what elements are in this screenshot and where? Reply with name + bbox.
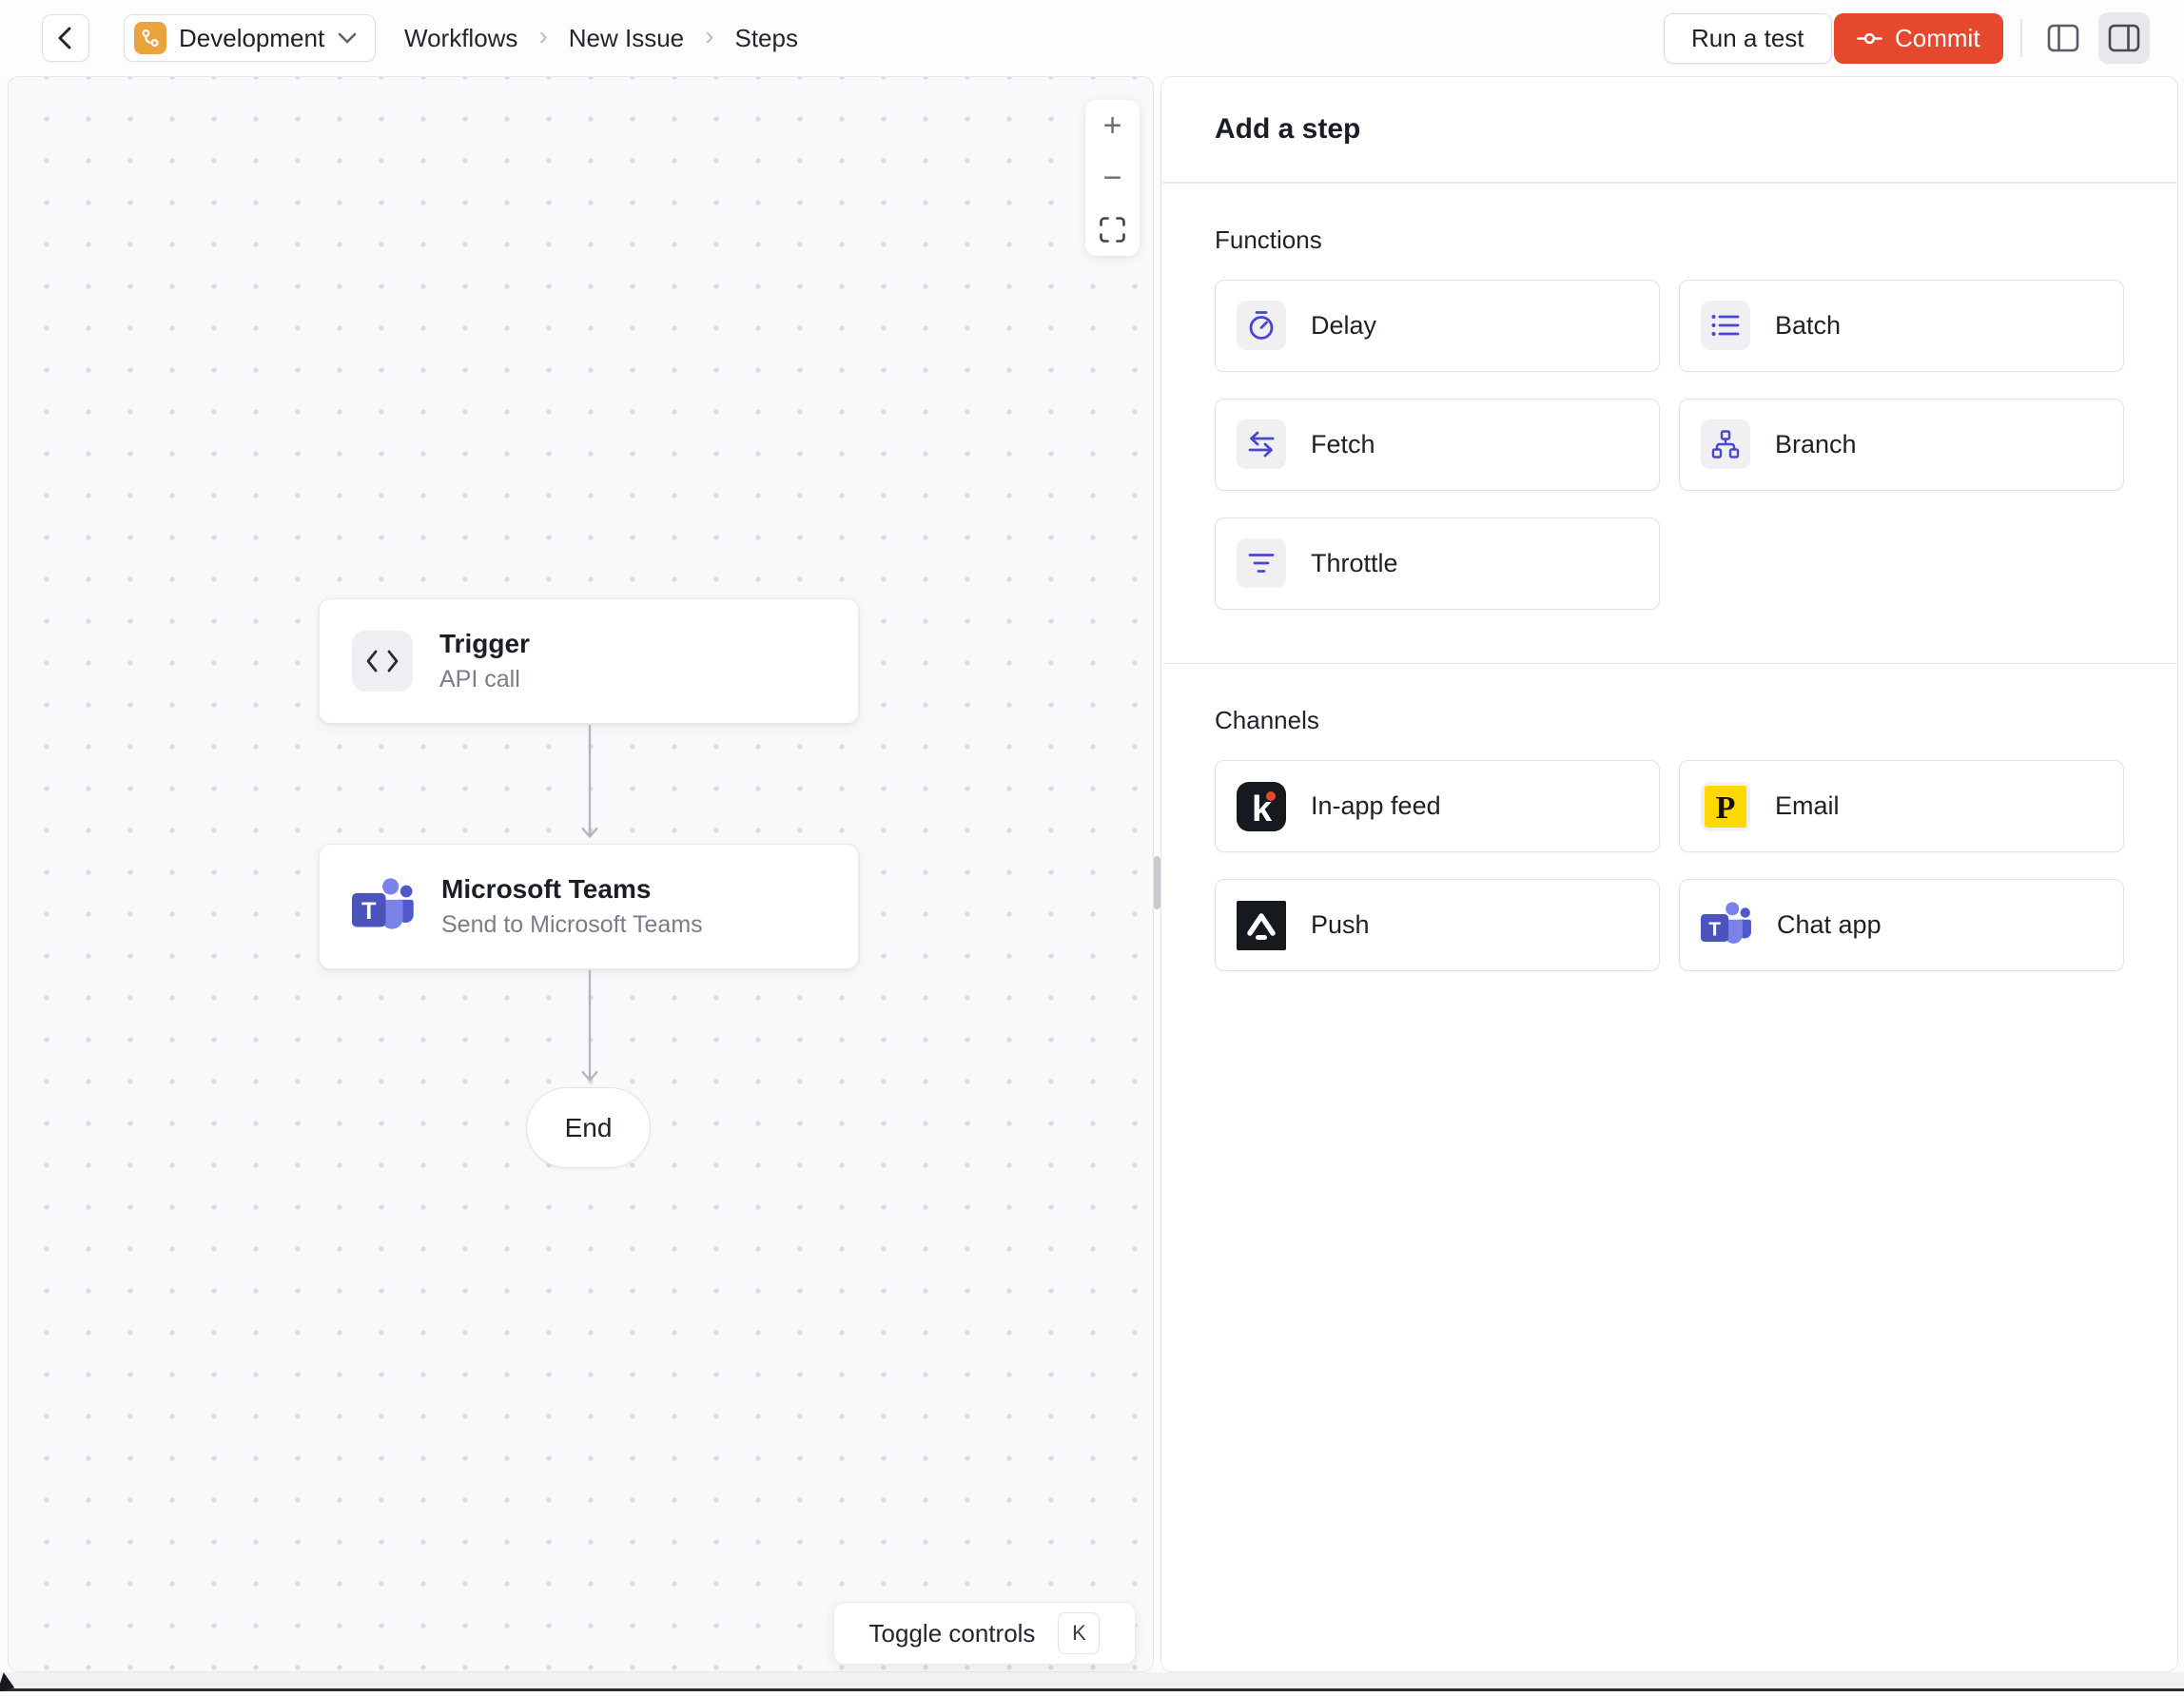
environment-label: Development — [179, 23, 325, 52]
breadcrumb-item-workflow-name[interactable]: New Issue — [569, 24, 684, 53]
back-button[interactable] — [42, 14, 89, 62]
chat-app-channel-card[interactable]: T Chat app — [1679, 879, 2124, 971]
funnel-icon — [1237, 538, 1286, 588]
breadcrumb-separator: › — [705, 21, 714, 50]
node-title: Microsoft Teams — [441, 874, 652, 904]
zoom-out-button[interactable]: − — [1085, 152, 1140, 205]
breadcrumb: Workflows › New Issue › Steps — [404, 0, 798, 76]
microsoft-teams-step-node[interactable]: T Microsoft Teams Send to Microsoft Team… — [319, 844, 859, 969]
throttle-step-card[interactable]: Throttle — [1215, 517, 1660, 610]
zoom-controls: + − — [1085, 100, 1140, 256]
breadcrumb-separator: › — [538, 21, 548, 50]
commit-label: Commit — [1895, 24, 1980, 52]
microsoft-teams-icon: T — [352, 877, 415, 936]
topbar-divider — [2020, 19, 2022, 57]
functions-grid: Delay Batch Fetch Branch Throttle — [1215, 279, 2124, 610]
card-label: Chat app — [1777, 910, 1882, 939]
list-icon — [1701, 301, 1750, 350]
svg-text:T: T — [361, 898, 377, 925]
channels-section-label: Channels — [1215, 706, 1319, 734]
breadcrumb-item-workflows[interactable]: Workflows — [404, 24, 517, 53]
mouse-cursor — [0, 1672, 19, 1697]
add-step-panel: Add a step Functions Delay Batch Fetch B… — [1160, 76, 2178, 1672]
batch-step-card[interactable]: Batch — [1679, 279, 2124, 372]
knock-icon: k — [1237, 781, 1286, 831]
card-label: Fetch — [1311, 429, 1375, 458]
swap-arrows-icon — [1237, 419, 1286, 469]
keyboard-shortcut-badge: K — [1058, 1612, 1101, 1654]
code-icon — [352, 631, 413, 692]
card-label: Branch — [1775, 429, 1857, 458]
topbar: Development Workflows › New Issue › Step… — [0, 0, 2184, 76]
card-label: Email — [1775, 791, 1840, 820]
breadcrumb-item-steps[interactable]: Steps — [734, 24, 798, 53]
card-label: Delay — [1311, 310, 1377, 340]
functions-section-label: Functions — [1215, 224, 1322, 254]
toggle-controls-button[interactable]: Toggle controls K — [833, 1602, 1136, 1665]
svg-text:T: T — [1708, 918, 1721, 940]
toggle-controls-label: Toggle controls — [868, 1618, 1036, 1648]
divider — [1161, 182, 2177, 184]
panel-right-icon — [2108, 24, 2140, 52]
toggle-right-panel-button[interactable] — [2098, 12, 2150, 64]
svg-text:P: P — [1716, 790, 1736, 826]
chevron-down-icon — [337, 31, 358, 45]
card-label: In-app feed — [1311, 791, 1441, 820]
postmark-icon: P — [1701, 781, 1750, 831]
panel-body: Functions Delay Batch Fetch Branch Throt… — [1161, 224, 2177, 971]
panel-left-icon — [2047, 24, 2079, 52]
hierarchy-icon — [1701, 419, 1750, 469]
divider — [1161, 662, 2177, 664]
channels-grid: k In-app feed P Email Push T Chat app — [1215, 760, 2124, 971]
toggle-left-panel-button[interactable] — [2038, 12, 2089, 64]
fit-view-icon — [1100, 217, 1125, 243]
workflow-branch-icon — [134, 22, 166, 54]
workflow-canvas[interactable]: + − Trigger API call T Microsoft Teams S… — [8, 76, 1154, 1672]
fetch-step-card[interactable]: Fetch — [1215, 398, 1660, 491]
in-app-feed-channel-card[interactable]: k In-app feed — [1215, 760, 1660, 852]
panel-header: Add a step — [1161, 77, 2177, 182]
push-channel-card[interactable]: Push — [1215, 879, 1660, 971]
connector-arrow — [577, 970, 602, 1087]
connector-arrow — [577, 725, 602, 844]
node-text: Microsoft Teams Send to Microsoft Teams — [441, 874, 703, 939]
chevron-left-icon — [54, 25, 77, 51]
fit-view-button[interactable] — [1085, 204, 1140, 256]
node-text: Trigger API call — [439, 629, 530, 693]
microsoft-teams-icon: T — [1701, 901, 1752, 949]
panel-title: Add a step — [1215, 113, 1361, 145]
expo-icon — [1237, 900, 1286, 950]
node-subtitle: API call — [439, 666, 520, 692]
card-label: Push — [1311, 910, 1370, 939]
stopwatch-icon — [1237, 301, 1286, 350]
card-label: Throttle — [1311, 548, 1398, 577]
trigger-step-node[interactable]: Trigger API call — [319, 598, 859, 724]
panel-resize-handle[interactable] — [1154, 856, 1160, 909]
node-title: Trigger — [439, 629, 530, 658]
end-node[interactable]: End — [526, 1087, 651, 1168]
card-label: Batch — [1775, 310, 1842, 340]
node-subtitle: Send to Microsoft Teams — [441, 911, 703, 938]
git-commit-icon — [1857, 26, 1882, 51]
run-a-test-button[interactable]: Run a test — [1664, 13, 1832, 64]
branch-step-card[interactable]: Branch — [1679, 398, 2124, 491]
email-channel-card[interactable]: P Email — [1679, 760, 2124, 852]
zoom-in-button[interactable]: + — [1085, 100, 1140, 152]
delay-step-card[interactable]: Delay — [1215, 279, 1660, 372]
commit-button[interactable]: Commit — [1834, 13, 2003, 64]
environment-selector[interactable]: Development — [124, 14, 377, 62]
